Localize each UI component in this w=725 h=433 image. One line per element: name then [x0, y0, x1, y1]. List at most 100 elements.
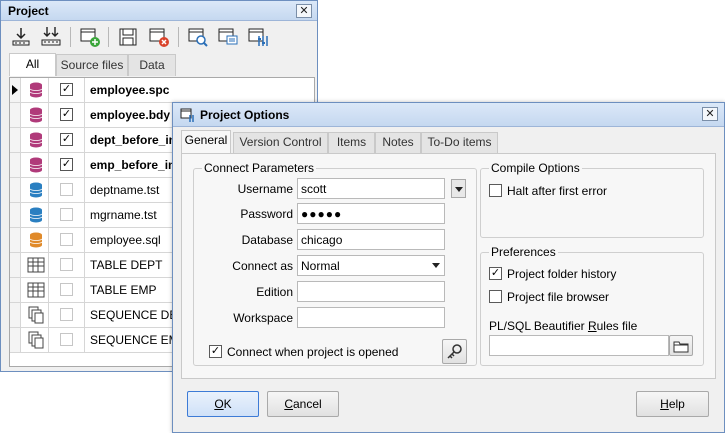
row-checkbox[interactable] — [60, 283, 73, 296]
row-checkbox[interactable] — [60, 333, 73, 346]
row-type-cell — [21, 78, 49, 102]
row-name: employee.bdy — [90, 108, 171, 122]
key-icon — [446, 344, 462, 359]
dialog-title-bar[interactable]: Project Options ✕ — [173, 103, 724, 127]
connect-on-open-label: Connect when project is opened — [227, 345, 399, 359]
row-indicator — [10, 228, 21, 252]
connect-as-label: Connect as — [232, 259, 293, 273]
tab-version-control[interactable]: Version Control — [233, 132, 328, 153]
row-name: mgrname.tst — [90, 208, 157, 222]
row-check-cell: ✓ — [49, 153, 85, 177]
project-folder-history-checkbox[interactable]: ✓ — [489, 267, 502, 280]
chevron-down-icon — [432, 263, 440, 268]
tab-data[interactable]: Data — [128, 54, 176, 76]
row-type-cell — [21, 203, 49, 227]
package-body-icon — [27, 106, 45, 124]
row-indicator — [10, 203, 21, 227]
project-title-bar[interactable]: Project ✕ — [1, 1, 317, 21]
row-checkbox[interactable] — [60, 308, 73, 321]
row-type-cell — [21, 253, 49, 277]
workspace-input[interactable] — [297, 307, 445, 328]
sql-file-icon — [27, 231, 45, 249]
ok-button[interactable]: OK — [187, 391, 259, 417]
connect-as-select[interactable]: Normal — [297, 255, 445, 276]
edition-label: Edition — [256, 285, 293, 299]
row-checkbox[interactable]: ✓ — [60, 108, 73, 121]
browse-button[interactable] — [669, 335, 693, 356]
row-indicator — [10, 253, 21, 277]
connect-parameters-caption: Connect Parameters — [202, 161, 317, 175]
beautifier-rules-input[interactable] — [489, 335, 669, 356]
row-check-cell — [49, 228, 85, 252]
row-type-cell — [21, 228, 49, 252]
row-check-cell — [49, 178, 85, 202]
password-input[interactable]: ●●●●● — [297, 203, 445, 224]
project-options-dialog: Project Options ✕ General Version Contro… — [172, 102, 725, 433]
connect-on-open-checkbox[interactable]: ✓ — [209, 345, 222, 358]
tab-todo-items[interactable]: To-Do items — [421, 132, 498, 153]
database-label: Database — [241, 233, 293, 247]
find-icon[interactable] — [186, 25, 210, 49]
beautifier-rules-label: PL/SQL Beautifier Rules file — [489, 319, 638, 333]
row-check-cell: ✓ — [49, 103, 85, 127]
row-name: employee.spc — [90, 83, 170, 97]
row-indicator — [10, 278, 21, 302]
row-name: dept_before_ins — [90, 133, 183, 147]
add-window-icon[interactable] — [78, 25, 102, 49]
options-icon[interactable] — [246, 25, 270, 49]
project-item-row[interactable]: ✓ employee.spc — [10, 78, 314, 103]
row-type-cell — [21, 328, 49, 352]
row-check-cell — [49, 203, 85, 227]
sequence-icon — [27, 331, 45, 349]
row-check-cell — [49, 328, 85, 352]
trigger-icon — [27, 156, 45, 174]
row-indicator — [10, 78, 21, 102]
row-indicator — [10, 153, 21, 177]
row-checkbox[interactable] — [60, 208, 73, 221]
row-checkbox[interactable]: ✓ — [60, 83, 73, 96]
username-history-button[interactable] — [451, 179, 466, 198]
row-indicator — [10, 328, 21, 352]
row-name: employee.sql — [90, 233, 161, 247]
cancel-button[interactable]: Cancel — [267, 391, 339, 417]
add-all-files-icon[interactable] — [39, 25, 63, 49]
notes-icon[interactable] — [216, 25, 240, 49]
project-toolbar — [7, 24, 307, 50]
dialog-close-button[interactable]: ✕ — [702, 107, 718, 121]
row-checkbox[interactable]: ✓ — [60, 133, 73, 146]
tab-items[interactable]: Items — [328, 132, 375, 153]
compile-options-group: Compile Options Halt after first error — [480, 161, 704, 238]
username-input[interactable]: scott — [297, 178, 445, 199]
row-indicator — [10, 128, 21, 152]
project-title: Project — [8, 4, 49, 18]
general-tab-panel: Connect Parameters Username scott Passwo… — [181, 153, 716, 379]
add-file-icon[interactable] — [9, 25, 33, 49]
database-input[interactable]: chicago — [297, 229, 445, 250]
row-check-cell: ✓ — [49, 128, 85, 152]
halt-after-first-error-checkbox[interactable] — [489, 184, 502, 197]
key-button[interactable] — [442, 339, 467, 364]
tab-general[interactable]: General — [181, 130, 231, 154]
row-checkbox[interactable] — [60, 183, 73, 196]
compile-options-caption: Compile Options — [489, 161, 582, 175]
test-script-icon — [27, 206, 45, 224]
row-checkbox[interactable]: ✓ — [60, 158, 73, 171]
project-file-browser-label: Project file browser — [507, 290, 610, 304]
row-indicator — [10, 178, 21, 202]
edition-input[interactable] — [297, 281, 445, 302]
help-button[interactable]: Help — [636, 391, 709, 417]
project-close-button[interactable]: ✕ — [296, 4, 312, 18]
save-icon[interactable] — [116, 25, 140, 49]
tab-notes[interactable]: Notes — [375, 132, 421, 153]
row-check-cell — [49, 278, 85, 302]
project-options-icon — [180, 107, 196, 126]
project-file-browser-checkbox[interactable] — [489, 290, 502, 303]
tab-all[interactable]: All — [9, 53, 56, 76]
row-checkbox[interactable] — [60, 233, 73, 246]
row-check-cell — [49, 253, 85, 277]
row-checkbox[interactable] — [60, 258, 73, 271]
remove-item-icon[interactable] — [147, 25, 171, 49]
row-check-cell: ✓ — [49, 78, 85, 102]
tab-source-files[interactable]: Source files — [56, 54, 128, 76]
row-name: deptname.tst — [90, 183, 160, 197]
